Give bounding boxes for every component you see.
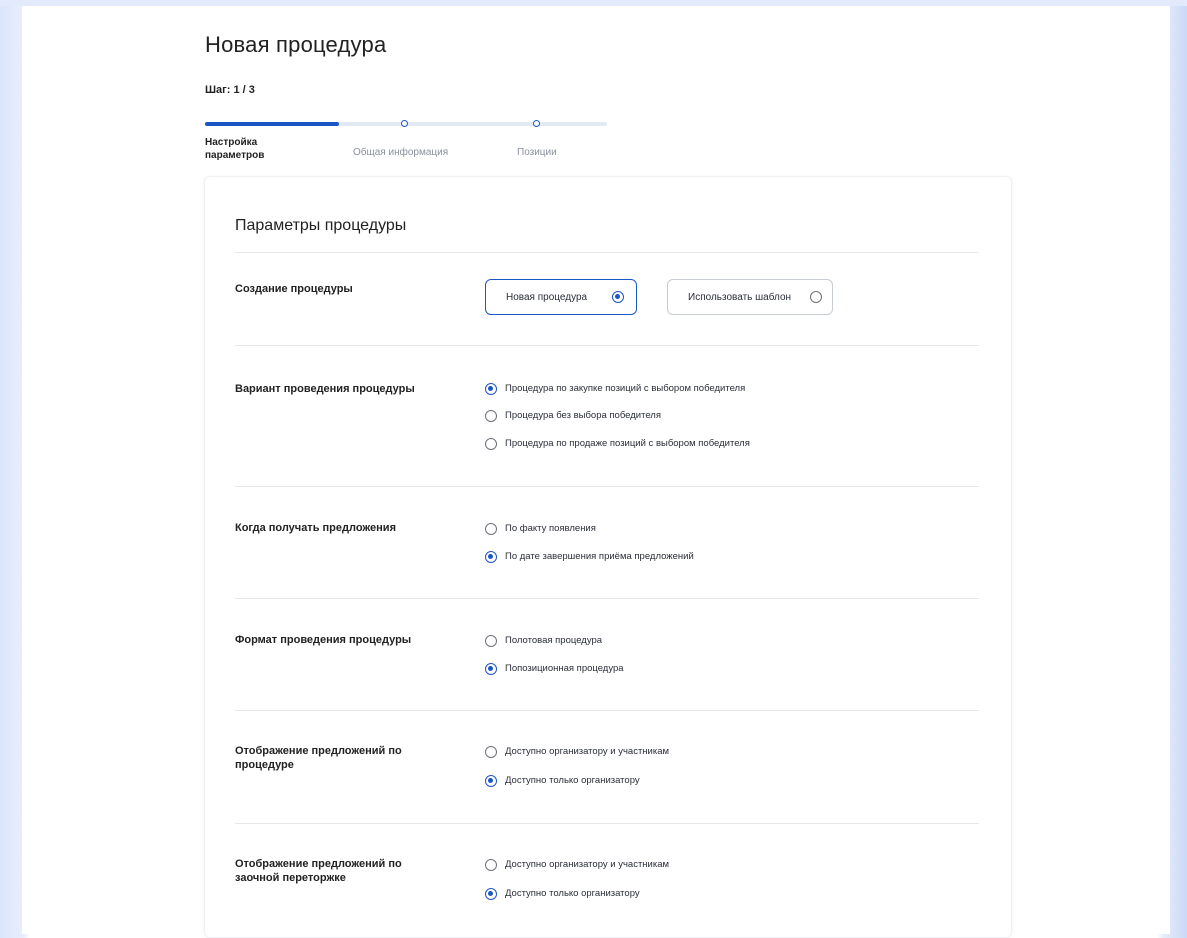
step-counter: Шаг: 1 / 3 bbox=[205, 84, 255, 96]
step-1-label[interactable]: Настройка параметров bbox=[205, 136, 285, 162]
radio-button[interactable] bbox=[485, 746, 497, 758]
option-text: Доступно только организатору bbox=[505, 775, 640, 786]
divider bbox=[235, 823, 979, 824]
new-procedure-option[interactable]: Новая процедура bbox=[485, 279, 637, 315]
card-title: Параметры процедуры bbox=[235, 217, 407, 234]
divider bbox=[235, 710, 979, 711]
option-text: Процедура без выбора победителя bbox=[505, 410, 661, 421]
option-text: Доступно организатору и участникам bbox=[505, 746, 670, 757]
parameters-card: Параметры процедуры Создание процедуры Н… bbox=[204, 176, 1012, 938]
option-text: По дате завершения приёма предложений bbox=[505, 551, 694, 562]
creation-label: Создание процедуры bbox=[235, 283, 353, 295]
option-text: Процедура по продаже позиций с выбором п… bbox=[505, 438, 750, 449]
radio-button[interactable] bbox=[485, 888, 497, 900]
radio-button[interactable] bbox=[485, 551, 497, 563]
option-text: Доступно организатору и участникам bbox=[505, 859, 670, 870]
radio-button[interactable] bbox=[485, 775, 497, 787]
receive-label: Когда получать предложения bbox=[235, 522, 396, 534]
option-text: Полотовая процедура bbox=[505, 635, 603, 646]
variant-label: Вариант проведения процедуры bbox=[235, 383, 415, 395]
option-text: Доступно только организатору bbox=[505, 888, 640, 899]
radio-button[interactable] bbox=[485, 383, 497, 395]
display-label: Отображение предложений по процедуре bbox=[235, 745, 402, 771]
radio-button[interactable] bbox=[485, 635, 497, 647]
radio-button[interactable] bbox=[485, 523, 497, 535]
new-procedure-label: Новая процедура bbox=[506, 292, 588, 303]
radio-button[interactable] bbox=[485, 410, 497, 422]
use-template-radio[interactable] bbox=[810, 291, 822, 303]
stepper: Настройка параметров Общая информация По… bbox=[205, 112, 607, 172]
divider bbox=[235, 598, 979, 599]
option-text: По факту появления bbox=[505, 523, 596, 534]
divider bbox=[235, 252, 979, 253]
step-3-label[interactable]: Позиции bbox=[517, 146, 557, 159]
divider bbox=[235, 486, 979, 487]
format-label: Формат проведения процедуры bbox=[235, 634, 412, 646]
option-text: Процедура по закупке позиций с выбором п… bbox=[505, 383, 746, 394]
divider bbox=[235, 345, 979, 346]
rebid-label: Отображение предложений по заочной перет… bbox=[235, 858, 402, 884]
step-2-node bbox=[401, 120, 408, 127]
radio-button[interactable] bbox=[485, 438, 497, 450]
new-procedure-radio[interactable] bbox=[612, 291, 624, 303]
page-title: Новая процедура bbox=[205, 32, 387, 57]
radio-button[interactable] bbox=[485, 663, 497, 675]
step-3-node bbox=[533, 120, 540, 127]
stepper-progress bbox=[205, 122, 339, 126]
step-2-label[interactable]: Общая информация bbox=[353, 146, 448, 159]
option-text: Попозиционная процедура bbox=[505, 663, 624, 674]
use-template-option[interactable]: Использовать шаблон bbox=[667, 279, 833, 315]
radio-button[interactable] bbox=[485, 859, 497, 871]
use-template-label: Использовать шаблон bbox=[688, 292, 792, 303]
